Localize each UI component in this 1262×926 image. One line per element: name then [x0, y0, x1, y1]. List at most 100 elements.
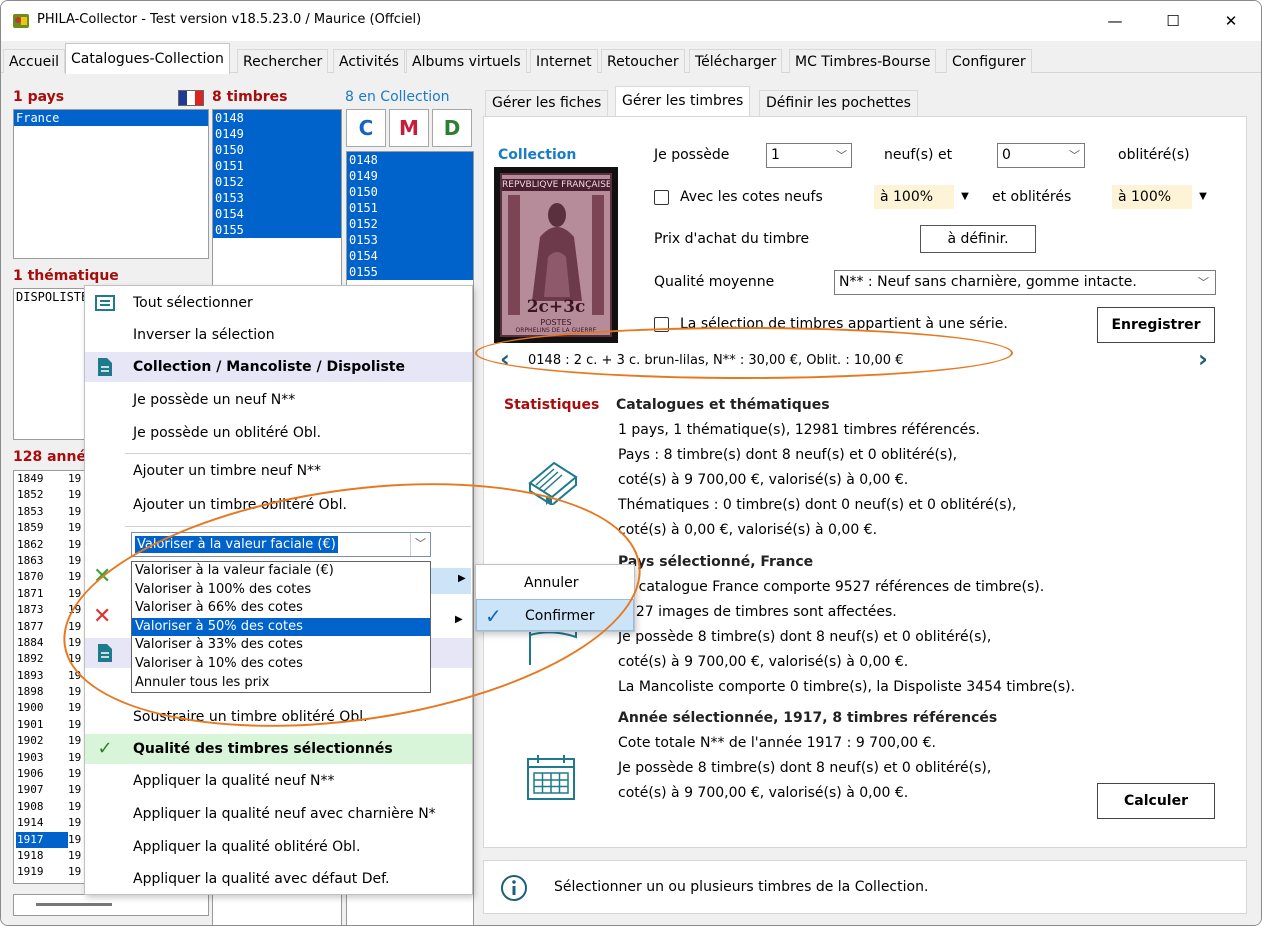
- prix-achat-label: Prix d'achat du timbre: [654, 231, 810, 247]
- year-value: 1918: [17, 848, 44, 862]
- year-value: 1906: [17, 767, 44, 781]
- chevron-down-icon: ﹀: [1198, 276, 1209, 289]
- scroll-thumb[interactable]: [36, 903, 112, 906]
- menu-item-quality-hinged[interactable]: Appliquer la qualité neuf avec charnière…: [85, 799, 472, 829]
- menu-item-label: Collection / Mancoliste / Dispoliste: [133, 359, 405, 375]
- tab-catalogues-collection[interactable]: Catalogues-Collection: [65, 43, 230, 74]
- calculer-button[interactable]: Calculer: [1097, 783, 1215, 819]
- annee-line: Cote totale N** de l'année 1917 : 9 700,…: [618, 735, 936, 751]
- list-item[interactable]: 0148: [347, 152, 473, 168]
- qualite-select[interactable]: N** : Neuf sans charnière, gomme intacte…: [834, 270, 1216, 295]
- menu-item-add-new[interactable]: Ajouter un timbre neuf N**: [85, 456, 472, 486]
- info-icon: [501, 875, 527, 901]
- pays-line: 9527 images de timbres sont affectées.: [618, 604, 897, 620]
- list-item[interactable]: 0149: [213, 126, 341, 142]
- tab-internet[interactable]: Internet: [530, 49, 598, 73]
- list-item[interactable]: 0151: [213, 158, 341, 174]
- year-col2: 19: [68, 472, 82, 485]
- pays-line: coté(s) à 9 700,00 €, valorisé(s) à 0,00…: [618, 654, 909, 670]
- year-col2: 19: [68, 816, 82, 830]
- menu-item-own-new[interactable]: Je possède un neuf N**: [85, 385, 472, 415]
- enregistrer-button[interactable]: Enregistrer: [1097, 307, 1215, 343]
- close-button[interactable]: ✕: [1221, 11, 1241, 31]
- list-item[interactable]: 0150: [347, 184, 473, 200]
- list-item[interactable]: 0154: [213, 206, 341, 222]
- menu-item-quality-used[interactable]: Appliquer la qualité oblitéré Obl.: [85, 832, 472, 862]
- year-col2: 19: [68, 832, 82, 846]
- list-item[interactable]: 0155: [213, 222, 341, 238]
- annotation-oval: [475, 327, 1013, 379]
- year-col2: 19: [68, 848, 82, 862]
- year-col2: 19: [68, 767, 82, 781]
- minimize-button[interactable]: —: [1105, 11, 1125, 31]
- menu-item-label: Tout sélectionner: [133, 295, 253, 311]
- list-item[interactable]: 0153: [347, 232, 473, 248]
- annees-scrollbar[interactable]: [13, 894, 209, 916]
- list-item[interactable]: France: [14, 110, 208, 126]
- year-value: 1853: [17, 504, 44, 518]
- qualite-label: Qualité moyenne: [654, 274, 775, 290]
- menu-item-own-used[interactable]: Je possède un oblitéré Obl.: [85, 418, 472, 448]
- year-value: 1859: [17, 521, 44, 535]
- qty-new-select[interactable]: 1 ﹀: [766, 143, 852, 168]
- tab-accueil[interactable]: Accueil: [3, 49, 65, 73]
- list-item[interactable]: 0153: [213, 190, 341, 206]
- collection-c-button[interactable]: C: [346, 109, 386, 147]
- year-value: 1870: [17, 570, 44, 584]
- next-stamp-chevron-icon[interactable]: ›: [1198, 345, 1208, 373]
- prix-achat-button[interactable]: à définir.: [920, 225, 1036, 253]
- year-value: 1903: [17, 750, 44, 764]
- france-flag-icon: [178, 90, 204, 106]
- year-value: 1871: [17, 586, 44, 600]
- tab-albums-virtuels[interactable]: Albums virtuels: [406, 49, 527, 73]
- stamp-bottom-text: POSTES: [540, 318, 572, 327]
- cat-title: Catalogues et thématiques: [616, 397, 830, 413]
- cat-line: 1 pays, 1 thématique(s), 12981 timbres r…: [618, 422, 981, 438]
- tab-retoucher[interactable]: Retoucher: [601, 49, 685, 73]
- pct-used-select[interactable]: à 100% ▼: [1112, 185, 1214, 209]
- mancoliste-m-button[interactable]: M: [389, 109, 429, 147]
- menu-item-quality-new[interactable]: Appliquer la qualité neuf N**: [85, 766, 472, 796]
- menu-item-label: Inverser la sélection: [133, 327, 275, 343]
- cat-line: coté(s) à 9 700,00 €, valorisé(s) à 0,00…: [618, 472, 909, 488]
- menu-item-select-all[interactable]: Tout sélectionner: [85, 288, 472, 318]
- annee-line: coté(s) à 9 700,00 €, valorisé(s) à 0,00…: [618, 785, 909, 801]
- menu-header-quality: ✓ Qualité des timbres sélectionnés: [85, 734, 472, 764]
- qty-used-select[interactable]: 0 ﹀: [997, 143, 1085, 168]
- menu-item-invert[interactable]: Inverser la sélection: [85, 320, 472, 350]
- tab-gerer-timbres[interactable]: Gérer les timbres: [615, 86, 751, 117]
- menu-item-label: Ajouter un timbre neuf N**: [133, 463, 322, 479]
- list-item[interactable]: 0151: [347, 200, 473, 216]
- tab-activites[interactable]: Activités: [333, 49, 405, 73]
- pays-list[interactable]: France: [13, 109, 209, 259]
- menu-header-collection: Collection / Mancoliste / Dispoliste: [85, 352, 472, 382]
- year-value: 1852: [17, 488, 44, 502]
- menu-item-quality-defect[interactable]: Appliquer la qualité avec défaut Def.: [85, 864, 472, 894]
- year-col2: 19: [68, 734, 82, 748]
- tab-definir-pochettes[interactable]: Définir les pochettes: [759, 90, 918, 116]
- list-item[interactable]: 0148: [213, 110, 341, 126]
- stats-title: Statistiques: [504, 397, 600, 413]
- tab-mc-timbres-bourse[interactable]: MC Timbres-Bourse: [789, 49, 937, 73]
- tab-rechercher[interactable]: Rechercher: [237, 49, 329, 73]
- timbres-label: 8 timbres: [212, 89, 288, 105]
- tab-gerer-fiches[interactable]: Gérer les fiches: [485, 90, 609, 116]
- year-value: 1892: [17, 652, 44, 666]
- year-value: 1898: [17, 685, 44, 699]
- year-col2: 19: [68, 553, 82, 567]
- year-col2: 19: [68, 521, 82, 535]
- qty-used-value: 0: [1002, 147, 1011, 163]
- checkmark-icon: ✓: [97, 738, 113, 759]
- list-item[interactable]: 0152: [213, 174, 341, 190]
- list-item[interactable]: 0154: [347, 248, 473, 264]
- list-item[interactable]: 0150: [213, 142, 341, 158]
- list-item[interactable]: 0152: [347, 216, 473, 232]
- dispoliste-d-button[interactable]: D: [432, 109, 472, 147]
- list-item[interactable]: 0149: [347, 168, 473, 184]
- pct-new-select[interactable]: à 100% ▼: [874, 185, 976, 209]
- tab-configurer[interactable]: Configurer: [946, 49, 1032, 73]
- list-item[interactable]: 0155: [347, 264, 473, 280]
- tab-telecharger[interactable]: Télécharger: [689, 49, 783, 73]
- maximize-button[interactable]: ☐: [1163, 11, 1183, 31]
- avec-cotes-checkbox[interactable]: [654, 190, 669, 205]
